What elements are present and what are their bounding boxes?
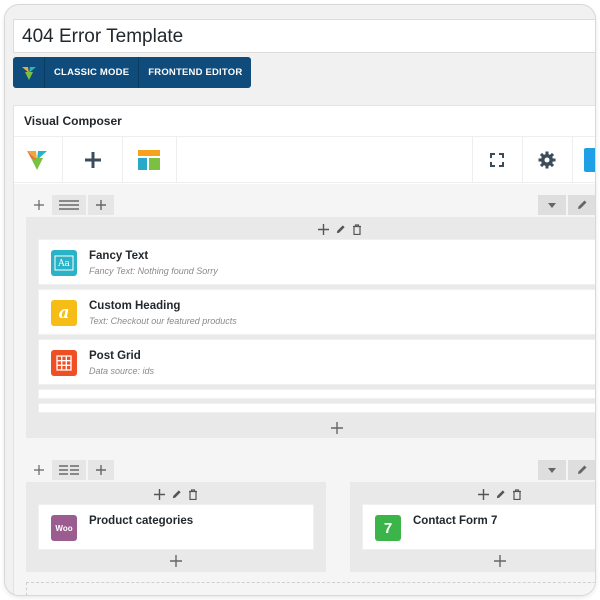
chevron-down-icon[interactable] — [538, 195, 566, 215]
pencil-icon[interactable] — [169, 487, 183, 501]
chevron-down-icon[interactable] — [538, 460, 566, 480]
element-title: Custom Heading — [89, 300, 181, 312]
plus-icon[interactable] — [152, 487, 166, 501]
element-product-categories[interactable]: Woo Product categories — [38, 504, 314, 550]
row-controls — [26, 195, 114, 215]
drag-handle-icon[interactable] — [26, 460, 52, 480]
column-tools — [316, 222, 364, 236]
element-custom-heading[interactable]: a Custom Heading Text: Checkout our feat… — [38, 289, 595, 335]
element-title: Contact Form 7 — [413, 515, 498, 527]
vc-logo-icon — [13, 57, 45, 88]
element-contact-form-7[interactable]: 7 Contact Form 7 — [362, 504, 595, 550]
pencil-icon[interactable] — [493, 487, 507, 501]
editor-mode-bar: CLASSIC MODE FRONTEND EDITOR — [13, 57, 252, 88]
element-fancy-text[interactable]: Aa Fancy Text Fancy Text: Nothing found … — [38, 239, 595, 285]
element-placeholder[interactable] — [38, 389, 595, 399]
templates-icon[interactable] — [126, 137, 172, 183]
trash-icon[interactable] — [350, 222, 364, 236]
post-title-input[interactable]: 404 Error Template — [13, 19, 595, 53]
panel-title: Visual Composer — [14, 106, 595, 137]
composer-canvas: Aa Fancy Text Fancy Text: Nothing found … — [14, 184, 595, 595]
vc-logo-icon[interactable] — [14, 137, 60, 183]
row-layout-icon[interactable] — [52, 460, 86, 480]
add-column-icon[interactable] — [88, 195, 114, 215]
add-element-icon[interactable] — [168, 553, 184, 569]
plus-icon[interactable] — [70, 137, 116, 183]
element-placeholder[interactable] — [38, 403, 595, 413]
app-window: 404 Error Template CLASSIC MODE FRONTEND… — [5, 5, 595, 595]
trash-icon[interactable] — [510, 487, 524, 501]
fancy-text-icon: Aa — [51, 250, 77, 276]
pencil-icon[interactable] — [568, 195, 595, 215]
woocommerce-icon: Woo — [51, 515, 77, 541]
gear-icon[interactable] — [524, 137, 570, 183]
plus-icon[interactable] — [476, 487, 490, 501]
add-element-icon[interactable] — [492, 553, 508, 569]
column-right: 7 Contact Form 7 — [350, 482, 595, 572]
element-subtitle: Data source: ids — [89, 366, 155, 376]
frontend-editor-button[interactable]: FRONTEND EDITOR — [139, 57, 251, 88]
svg-text:Aa: Aa — [57, 259, 70, 269]
row-actions — [536, 460, 595, 480]
add-row-area[interactable] — [26, 582, 595, 595]
composer-toolbar — [14, 137, 595, 183]
element-post-grid[interactable]: Post Grid Data source: ids — [38, 339, 595, 385]
update-button[interactable] — [584, 148, 595, 172]
trash-icon[interactable] — [186, 487, 200, 501]
post-grid-icon — [51, 350, 77, 376]
element-subtitle: Text: Checkout our featured products — [89, 316, 237, 326]
fullscreen-icon[interactable] — [474, 137, 520, 183]
pencil-icon[interactable] — [333, 222, 347, 236]
column-tools — [152, 487, 200, 501]
add-column-icon[interactable] — [88, 460, 114, 480]
element-title: Post Grid — [89, 350, 141, 362]
element-title: Fancy Text — [89, 250, 149, 262]
visual-composer-panel: Visual Composer Aa Fancy Text Fancy Text… — [13, 105, 595, 595]
pencil-icon[interactable] — [568, 460, 595, 480]
plus-icon[interactable] — [316, 222, 330, 236]
classic-mode-button[interactable]: CLASSIC MODE — [45, 57, 140, 88]
row-controls — [26, 460, 114, 480]
element-title: Product categories — [89, 515, 194, 527]
column-tools — [476, 487, 524, 501]
column-left: Woo Product categories — [26, 482, 326, 572]
row-layout-icon[interactable] — [52, 195, 86, 215]
element-subtitle: Fancy Text: Nothing found Sorry — [89, 266, 218, 276]
drag-handle-icon[interactable] — [26, 195, 52, 215]
contact-form-7-icon: 7 — [375, 515, 401, 541]
add-element-icon[interactable] — [329, 420, 345, 436]
row-body: Aa Fancy Text Fancy Text: Nothing found … — [26, 217, 595, 438]
row-actions — [536, 195, 595, 215]
custom-heading-icon: a — [51, 300, 77, 326]
